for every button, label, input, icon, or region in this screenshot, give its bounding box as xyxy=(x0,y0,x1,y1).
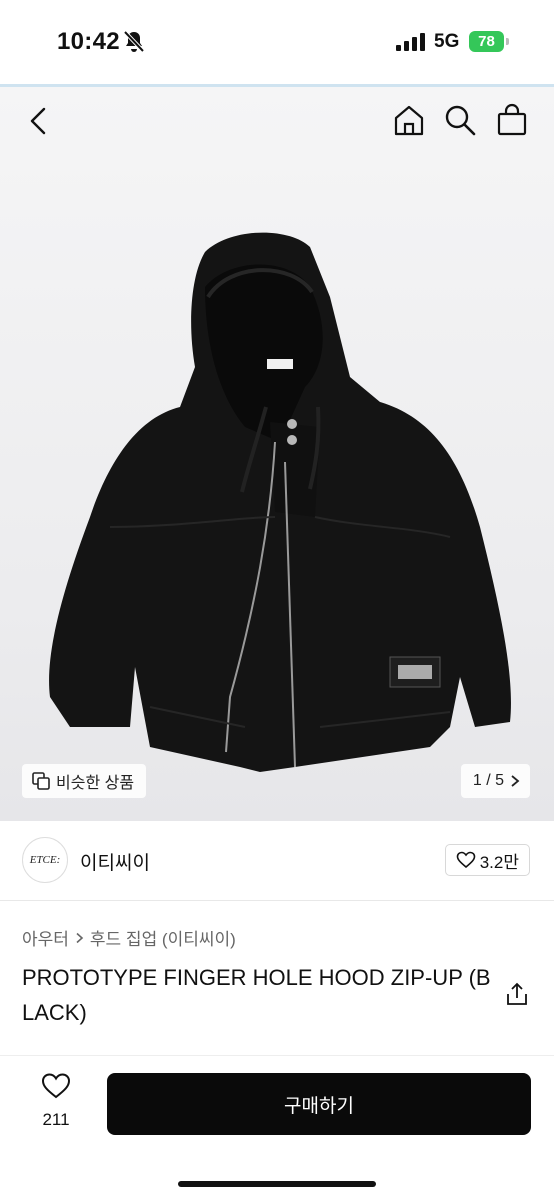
battery-cap xyxy=(506,38,509,45)
chevron-right-icon xyxy=(511,775,520,787)
product-title: PROTOTYPE FINGER HOLE HOOD ZIP-UP (BLACK… xyxy=(22,965,491,1025)
store-logo-text: ETCE: xyxy=(29,854,61,866)
store-logo[interactable]: ETCE: xyxy=(22,837,68,883)
status-time: 10:42 xyxy=(57,28,120,55)
home-indicator xyxy=(178,1181,376,1187)
breadcrumb: 아우터 후드 집업 (이티씨이) xyxy=(22,925,236,950)
similar-products-label: 비슷한 상품 xyxy=(56,775,135,792)
back-chevron-icon[interactable] xyxy=(22,104,56,138)
heart-icon xyxy=(456,851,476,869)
battery-level: 78 xyxy=(469,31,504,52)
share-icon[interactable] xyxy=(504,981,530,1007)
cellular-signal-icon xyxy=(396,33,425,51)
search-icon[interactable] xyxy=(443,103,477,137)
shopping-bag-icon[interactable] xyxy=(495,103,529,137)
image-pager[interactable]: 1 / 5 xyxy=(460,764,530,798)
store-row[interactable]: ETCE: 이티씨이 3.2만 xyxy=(0,821,554,901)
network-type: 5G xyxy=(434,31,460,52)
breadcrumb-subcategory[interactable]: 후드 집업 (이티씨이) xyxy=(90,925,236,950)
bell-slash-icon xyxy=(123,30,145,53)
store-like-count: 3.2만 xyxy=(479,852,519,872)
buy-button[interactable]: 구매하기 xyxy=(107,1073,531,1135)
copy-icon xyxy=(32,772,50,790)
home-icon[interactable] xyxy=(392,103,426,137)
product-image-carousel[interactable]: 비슷한 상품 1 / 5 xyxy=(0,87,554,821)
image-pager-count: 1 / 5 xyxy=(472,772,504,789)
status-bar: 10:42 5G 78 xyxy=(0,0,554,84)
store-like-button[interactable]: 3.2만 xyxy=(444,844,530,876)
wishlist-button[interactable]: 211 xyxy=(24,1072,88,1136)
wishlist-count: 211 xyxy=(42,1110,70,1129)
battery-icon: 78 xyxy=(469,31,509,52)
similar-products-button[interactable]: 비슷한 상품 xyxy=(22,764,147,798)
bottom-action-bar: 211 구매하기 xyxy=(0,1056,554,1200)
breadcrumb-category[interactable]: 아우터 xyxy=(22,925,69,950)
heart-icon xyxy=(41,1073,71,1099)
chevron-right-icon xyxy=(76,932,84,943)
product-image xyxy=(49,232,511,772)
store-name[interactable]: 이티씨이 xyxy=(80,848,150,875)
